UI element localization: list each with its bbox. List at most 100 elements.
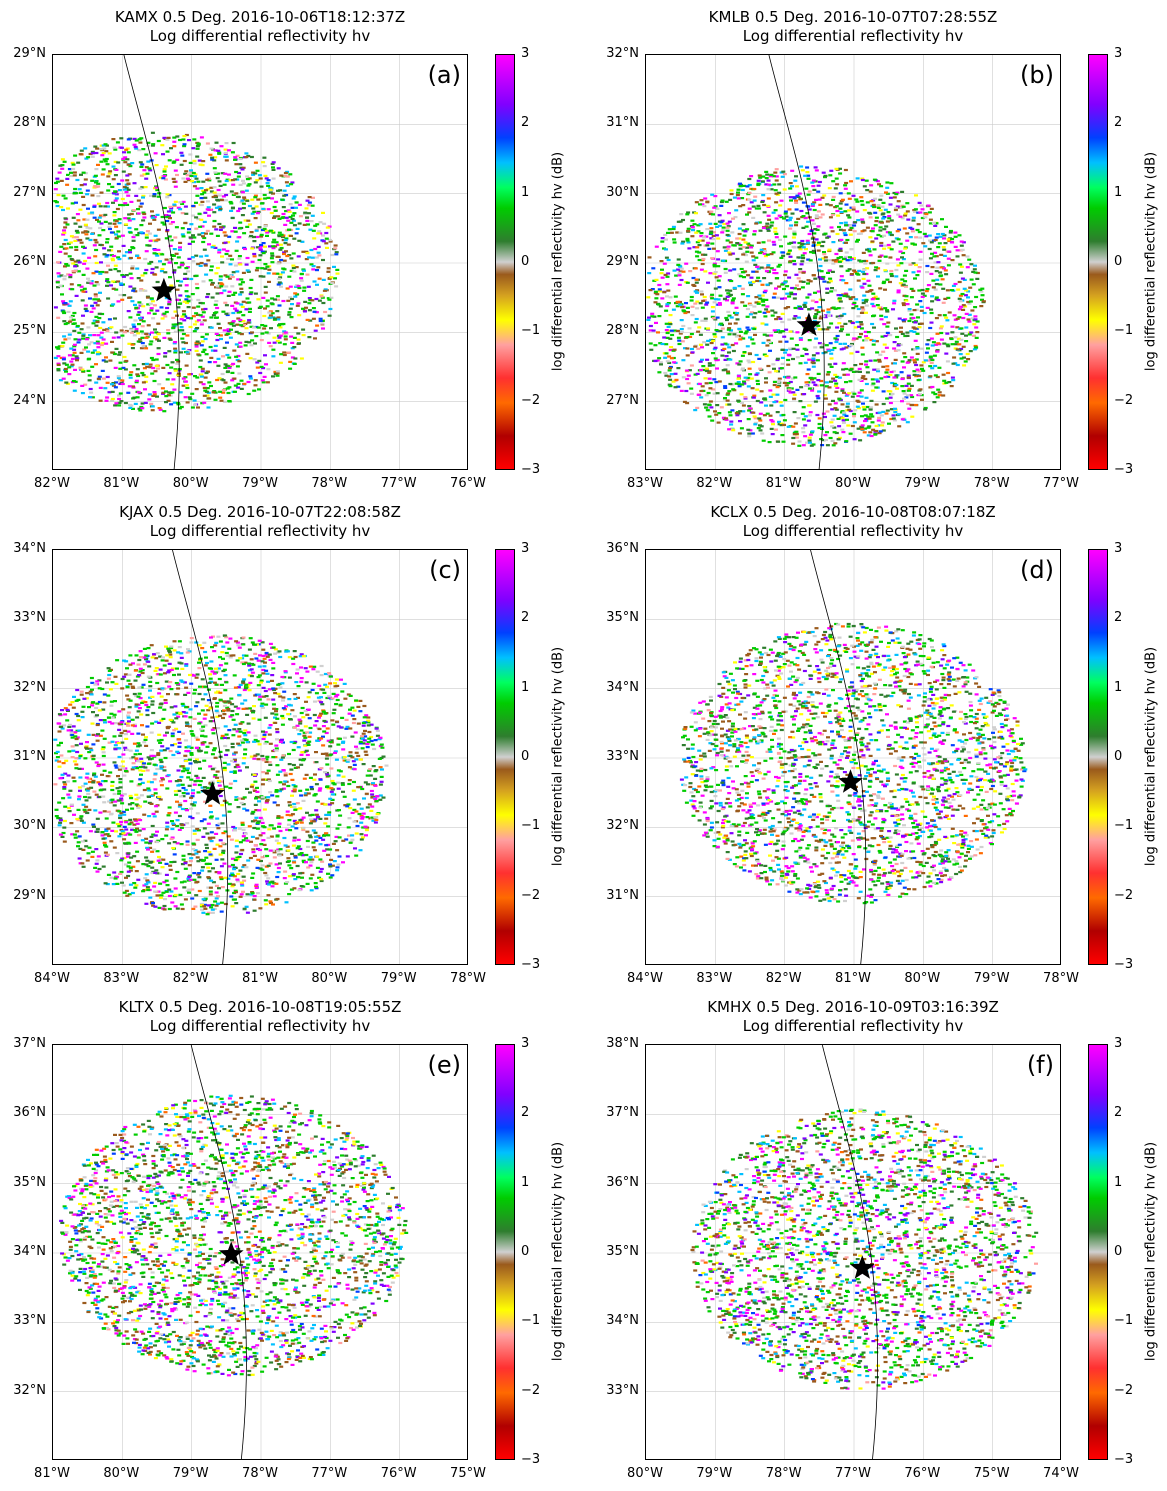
latitude-tick-label: 28°N	[606, 323, 639, 339]
panel-title: KAMX 0.5 Deg. 2016-10-06T18:12:37Z Log di…	[52, 8, 468, 46]
longitude-tick-label: 82°W	[172, 971, 209, 986]
latitude-tick-label: 32°N	[606, 818, 639, 834]
latitude-tick-label: 34°N	[13, 541, 46, 556]
colorbar-tick-label: −3	[1114, 462, 1134, 477]
colorbar-tick-label: 0	[1114, 749, 1123, 764]
latitude-tick-label: 33°N	[13, 1313, 46, 1329]
colorbar-tick-label: 2	[521, 115, 530, 131]
colorbar-label: log differential reflectivity hv (dB)	[550, 1141, 566, 1362]
latitude-tick-label: 34°N	[606, 1313, 639, 1329]
longitude-tick-label: 78°W	[450, 971, 486, 986]
colorbar-label: log differential reflectivity hv (dB)	[1143, 646, 1159, 867]
colorbar-tick-label: −1	[521, 323, 541, 339]
colorbar	[1088, 1044, 1108, 1460]
longitude-tick-label: 84°W	[34, 971, 70, 986]
panel-title-line2: Log differential reflectivity hv	[742, 522, 964, 540]
longitude-tick-label: 76°W	[450, 476, 486, 491]
colorbar-tick-label: −3	[521, 957, 541, 972]
longitude-tick-label: 82°W	[34, 476, 70, 491]
latitude-tick-label: 24°N	[13, 392, 46, 408]
latitude-tick-label: 32°N	[13, 679, 46, 695]
colorbar-tick-label: 3	[521, 541, 530, 556]
latitude-tick-label: 34°N	[13, 1244, 46, 1259]
colorbar-tick-label: 2	[521, 610, 530, 626]
latitude-tick-label: 31°N	[13, 749, 46, 764]
radar-map: (a)	[52, 54, 468, 470]
colorbar-tick-label: 1	[521, 1174, 530, 1190]
panel-title-line2: Log differential reflectivity hv	[149, 1017, 371, 1035]
radar-plot	[53, 1045, 467, 1459]
colorbar-tick-label: 1	[1114, 1174, 1123, 1190]
latitude-tick-label: 37°N	[13, 1036, 46, 1051]
latitude-tick-label: 29°N	[13, 46, 46, 61]
longitude-tick-label: 77°W	[835, 1466, 871, 1481]
colorbar-label: log differential reflectivity hv (dB)	[550, 151, 566, 372]
latitude-tick-label: 29°N	[606, 254, 639, 269]
colorbar-tick-label: 1	[521, 679, 530, 695]
latitude-tick-label: 34°N	[606, 679, 639, 695]
panel-letter: (d)	[1020, 556, 1054, 584]
radar-plot	[646, 55, 1060, 469]
latitude-tick-label: 35°N	[13, 1174, 46, 1190]
colorbar-tick-label: −1	[1114, 818, 1134, 834]
latitude-tick-label: 25°N	[13, 323, 46, 339]
longitude-tick-label: 81°W	[34, 1466, 70, 1481]
longitude-tick-label: 79°W	[380, 971, 417, 986]
latitude-tick-label: 27°N	[606, 392, 639, 408]
latitude-tick-label: 36°N	[606, 1174, 639, 1190]
colorbar	[495, 549, 515, 965]
radar-plot	[53, 55, 467, 469]
longitude-tick-label: 76°W	[904, 1466, 941, 1481]
longitude-tick-label: 75°W	[450, 1466, 486, 1481]
panel-title-line1: KJAX 0.5 Deg. 2016-10-07T22:08:58Z	[119, 503, 401, 521]
longitude-tick-label: 82°W	[696, 476, 733, 491]
panel-title-line2: Log differential reflectivity hv	[149, 522, 371, 540]
panel-title-line2: Log differential reflectivity hv	[742, 1017, 964, 1035]
colorbar-tick-label: 0	[1114, 254, 1123, 269]
longitude-tick-label: 77°W	[311, 1466, 348, 1481]
latitude-tick-label: 31°N	[606, 115, 639, 131]
colorbar-tick-label: −3	[521, 1452, 541, 1467]
colorbar-tick-label: 1	[1114, 184, 1123, 200]
latitude-tick-label: 33°N	[13, 610, 46, 626]
longitude-tick-label: 80°W	[904, 971, 941, 986]
panel-title-line1: KCLX 0.5 Deg. 2016-10-08T08:07:18Z	[710, 503, 996, 521]
longitude-tick-label: 80°W	[627, 1466, 663, 1481]
panel-title-line1: KAMX 0.5 Deg. 2016-10-06T18:12:37Z	[114, 8, 406, 26]
panel-title: KLTX 0.5 Deg. 2016-10-08T19:05:55Z Log di…	[52, 998, 468, 1036]
colorbar-tick-label: 3	[521, 46, 530, 61]
panel-title: KJAX 0.5 Deg. 2016-10-07T22:08:58Z Log di…	[52, 503, 468, 541]
panel-title-line1: KLTX 0.5 Deg. 2016-10-08T19:05:55Z	[118, 998, 402, 1016]
latitude-tick-label: 28°N	[13, 115, 46, 131]
longitude-tick-label: 74°W	[1043, 1466, 1079, 1481]
panel-title-line2: Log differential reflectivity hv	[742, 27, 964, 45]
colorbar-tick-label: −2	[1114, 887, 1134, 903]
radar-echo-field	[59, 1094, 409, 1377]
colorbar-tick-label: 3	[521, 1036, 530, 1051]
radar-map: (c)	[52, 549, 468, 965]
longitude-tick-label: 83°W	[696, 971, 733, 986]
colorbar-tick-label: −1	[521, 818, 541, 834]
colorbar	[495, 1044, 515, 1460]
latitude-tick-label: 36°N	[13, 1105, 46, 1121]
longitude-tick-label: 78°W	[1043, 971, 1079, 986]
radar-map: (e)	[52, 1044, 468, 1460]
colorbar-label: log differential reflectivity hv (dB)	[550, 646, 566, 867]
colorbar-tick-label: 2	[1114, 1105, 1123, 1121]
longitude-tick-label: 80°W	[103, 1466, 140, 1481]
longitude-tick-label: 83°W	[103, 971, 140, 986]
radar-plot	[646, 550, 1060, 964]
panel-title-line1: KMHX 0.5 Deg. 2016-10-09T03:16:39Z	[707, 998, 999, 1016]
colorbar-tick-label: 1	[521, 184, 530, 200]
panel-letter: (f)	[1026, 1051, 1054, 1079]
colorbar-tick-label: −1	[1114, 323, 1134, 339]
colorbar-tick-label: 1	[1114, 679, 1123, 695]
latitude-tick-label: 27°N	[13, 184, 46, 200]
longitude-tick-label: 80°W	[172, 476, 209, 491]
coastline	[768, 55, 825, 469]
colorbar-tick-label: 2	[1114, 610, 1123, 626]
colorbar-label: log differential reflectivity hv (dB)	[1143, 1141, 1159, 1362]
radar-plot	[646, 1045, 1060, 1459]
colorbar	[1088, 549, 1108, 965]
latitude-tick-label: 26°N	[13, 254, 46, 269]
